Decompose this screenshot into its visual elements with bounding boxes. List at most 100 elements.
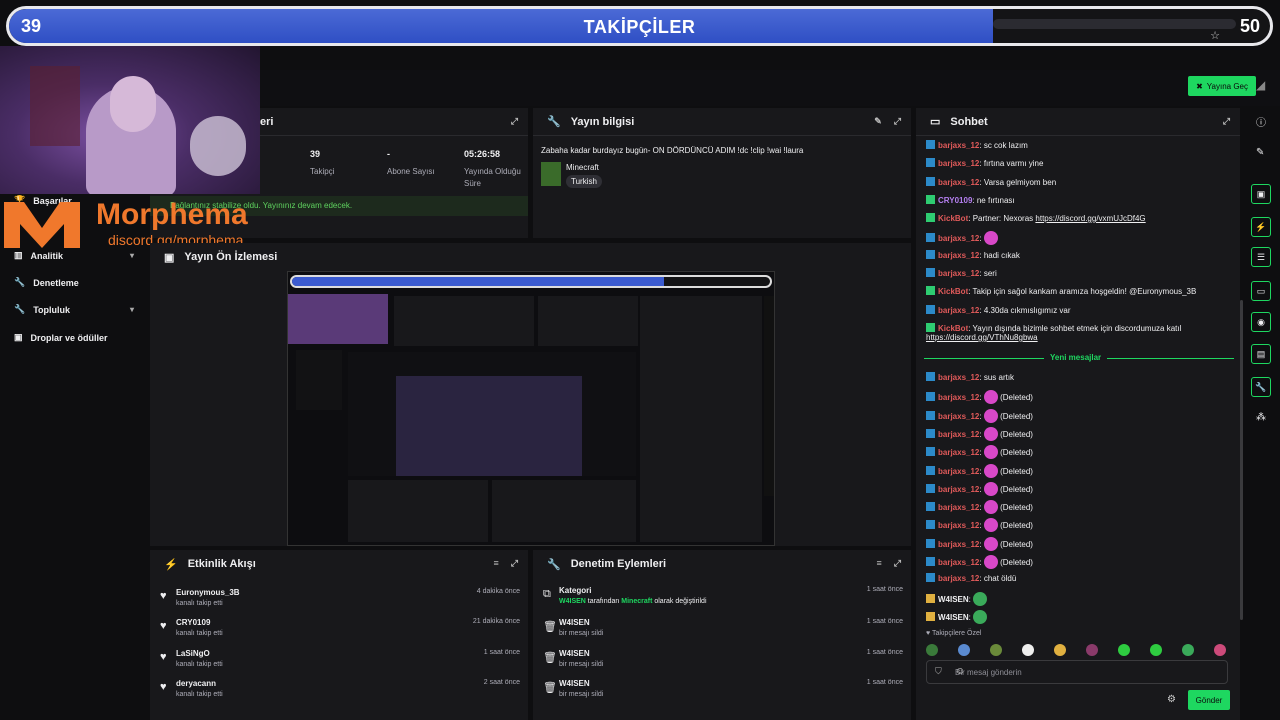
preview-title: Yayın Ön İzlemesi <box>184 251 278 263</box>
stream-title-text: Zabaha kadar burdayız bugün- ON DÖRDÜNCÜ… <box>541 146 804 155</box>
chat-message: barjaxs_12: (Deleted) <box>926 481 1238 496</box>
expand-icon[interactable]: ⤢ <box>511 558 518 569</box>
nav-item-moderation[interactable]: 🔧 Denetleme <box>14 277 134 288</box>
list-item: 🗑 W4ISEN bir mesajı sildi 1 saat önce <box>543 679 903 698</box>
emoji-icon[interactable]: ☺ <box>955 666 1219 677</box>
emote-button[interactable] <box>1214 644 1226 656</box>
emote-button[interactable] <box>1054 644 1066 656</box>
chat-input[interactable]: ⛉ Bir mesaj gönderin ☺ <box>926 660 1228 684</box>
lightning-icon[interactable]: ⚡ <box>1251 217 1271 237</box>
info-icon[interactable]: ⓘ <box>1256 114 1266 129</box>
nav-item-community[interactable]: 🔧 Topluluk ▾ <box>14 304 134 315</box>
emote-bar <box>926 644 1226 658</box>
emote-button[interactable] <box>1086 644 1098 656</box>
heart-icon: ♥ <box>160 681 167 693</box>
gear-icon[interactable]: ⚙ <box>1167 694 1176 705</box>
heart-icon: ♥ <box>160 590 167 602</box>
filter-icon[interactable]: ≡ <box>494 558 499 569</box>
moderation-header: 🔧 Denetim Eylemleri ≡ ⤢ <box>533 550 911 578</box>
chat-link[interactable]: https://discord.gg/vxmUJcDf4G <box>1035 214 1145 223</box>
emote-button[interactable] <box>958 644 970 656</box>
send-button[interactable]: Gönder <box>1188 690 1230 710</box>
emote <box>973 609 988 624</box>
go-live-button[interactable]: ✖ Yayına Geç <box>1188 76 1256 96</box>
chat-panel: ▭ Sohbet ⤢ barjaxs_12: sc cok lazım barja… <box>916 108 1240 720</box>
wrench-icon[interactable]: 🔧 <box>1251 377 1271 397</box>
emote-button[interactable] <box>1118 644 1130 656</box>
video-icon: ▣ <box>164 251 175 264</box>
expand-icon[interactable]: ⤢ <box>894 558 901 569</box>
chat-link[interactable]: https://discord.gg/VThNu8gbwa <box>926 333 1038 342</box>
nav-item-label: Droplar ve ödüller <box>30 332 108 343</box>
edit-icon[interactable]: ✎ <box>1256 147 1264 158</box>
activity-feed-panel: ⚡ Etkinlik Akışı ≡ ⤢ ♥ Euronymous_3B kana… <box>150 550 528 720</box>
preview-goal-bar <box>290 275 772 288</box>
list-item: 🗑 W4ISEN bir mesajı sildi 1 saat önce <box>543 618 903 637</box>
emote <box>983 518 998 533</box>
webcam-plush <box>190 116 246 176</box>
emote-button[interactable] <box>990 644 1002 656</box>
chat-message: barjaxs_12: chat öldü <box>926 573 1238 583</box>
chat-message: barjaxs_12: (Deleted) <box>926 500 1238 515</box>
heart-icon: ♥ <box>160 620 167 632</box>
video-icon[interactable]: ▣ <box>1251 184 1271 204</box>
activity-title: Etkinlik Akışı <box>187 558 256 570</box>
star-icon: ☆ <box>1210 30 1220 42</box>
stats-panel-title: eri <box>260 115 274 128</box>
moderation-title: Denetim Eylemleri <box>570 558 667 570</box>
expand-icon[interactable]: ⤢ <box>1223 116 1230 127</box>
emote-button[interactable] <box>1182 644 1194 656</box>
list-item: ♥ Euronymous_3B kanalı takip etti 4 daki… <box>160 588 520 607</box>
list-item: ♥ deryacann kanalı takip etti 2 saat önc… <box>160 679 520 698</box>
chat-message: KickBot: Takip için sağol kankam aramıza… <box>926 286 1238 296</box>
stream-tag[interactable]: Turkish <box>566 175 602 188</box>
emote-button[interactable] <box>1022 644 1034 656</box>
trash-icon: 🗑 <box>543 621 557 633</box>
goal-title: TAKİPÇİLER <box>583 17 696 37</box>
emote <box>983 555 998 569</box>
chat-message: barjaxs_12: (Deleted) <box>926 555 1238 569</box>
followers-only-label: ♥ Takipçilere Özel <box>926 630 982 637</box>
wrench-icon: 🔧 <box>547 558 561 571</box>
nav-item-label: Denetleme <box>33 277 79 288</box>
list-item: ♥ CRY0109 kanalı takip etti 21 dakika ön… <box>160 618 520 637</box>
list-item: ⧉ Kategori W4ISEN tarafından Minecraft o… <box>543 586 903 605</box>
emote <box>983 463 998 478</box>
record-icon[interactable]: ◉ <box>1251 312 1271 332</box>
webcam-background <box>30 66 80 146</box>
stream-info-header: 🔧 Yayın bilgisi ✎ ⤢ <box>533 108 911 136</box>
wrench-icon: 🔧 <box>14 277 26 287</box>
chat-message: W4ISEN: <box>926 591 1238 606</box>
chat-message: barjaxs_12: <box>926 231 1238 245</box>
chat-message: CRY0109: ne fırtınası <box>926 195 1238 205</box>
emote <box>983 536 998 551</box>
list-icon[interactable]: ☰ <box>1251 247 1271 267</box>
nav-item-drops[interactable]: ▣ Droplar ve ödüller <box>14 332 134 343</box>
chat-message: barjaxs_12: (Deleted) <box>926 536 1238 551</box>
filter-icon[interactable]: ≡ <box>877 558 882 569</box>
webcam-overlay <box>0 46 260 194</box>
trash-icon: 🗑 <box>543 682 557 694</box>
heart-icon: ♥ <box>160 651 167 663</box>
archive-icon[interactable]: ▤ <box>1251 344 1271 364</box>
expand-icon[interactable]: ⤢ <box>894 116 901 127</box>
preview-header: ▣ Yayın Ön İzlemesi <box>150 243 911 271</box>
trash-icon: 🗑 <box>543 652 557 664</box>
emote-button[interactable] <box>1150 644 1162 656</box>
camera-icon[interactable]: ◢ <box>1256 78 1272 94</box>
chevron-down-icon: ▾ <box>129 251 134 260</box>
emote <box>983 500 998 515</box>
emote-button[interactable] <box>926 644 938 656</box>
chat-message: barjaxs_12: fırtına varmı yine <box>926 158 1238 168</box>
chat-bubble-icon[interactable]: ▭ <box>1251 281 1271 301</box>
chat-scrollbar[interactable] <box>1240 300 1243 620</box>
apps-icon[interactable]: ⁂ <box>1256 412 1266 423</box>
list-item: 🗑 W4ISEN bir mesajı sildi 1 saat önce <box>543 649 903 668</box>
category-name[interactable]: Minecraft <box>566 163 599 172</box>
category-thumbnail <box>541 162 561 186</box>
wrench-icon: 🔧 <box>14 304 26 314</box>
emote <box>983 408 998 423</box>
moderation-actions-panel: 🔧 Denetim Eylemleri ≡ ⤢ ⧉ Kategori W4ISEN… <box>533 550 911 720</box>
edit-icon[interactable]: ✎ <box>874 116 882 127</box>
expand-icon[interactable]: ⤢ <box>511 116 518 127</box>
